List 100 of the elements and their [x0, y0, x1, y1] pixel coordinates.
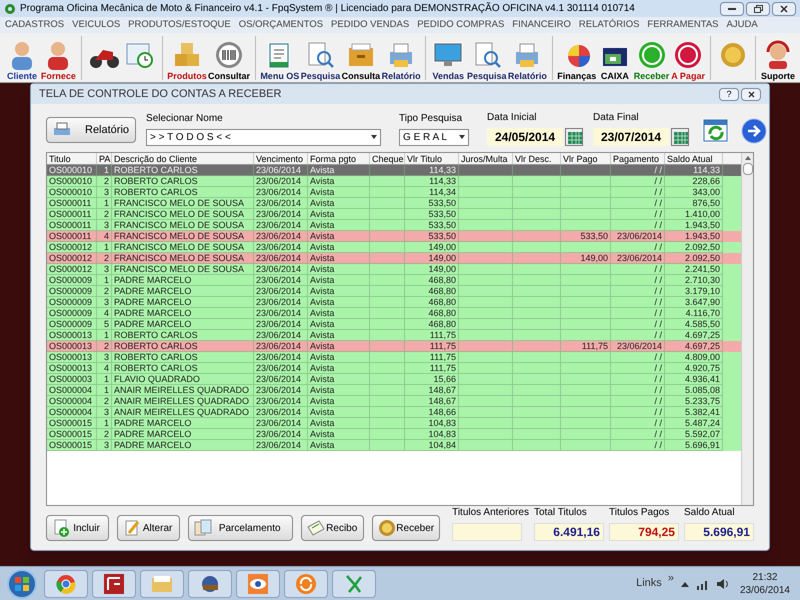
table-row[interactable]: OS000013 4 ROBERTO CARLOS 23/06/2014 Avista 111,75 / / 4.920,75	[47, 363, 741, 374]
table-row[interactable]: OS000011 2 FRANCISCO MELO DE SOUSA 23/06/2014 Avista 533,50 / / 1.410,00	[47, 209, 741, 220]
table-row[interactable]: OS000012 2 FRANCISCO MELO DE SOUSA 23/06/2014 Avista 149,00 149,00 23/06/2014 2.092,50	[47, 253, 741, 264]
table-row[interactable]: OS000009 4 PADRE MARCELO 23/06/2014 Avista 468,80 / / 4.116,70	[47, 308, 741, 319]
close-button[interactable]	[741, 88, 761, 100]
table-row[interactable]: OS000009 5 PADRE MARCELO 23/06/2014 Avista 468,80 / / 4.585,50	[47, 319, 741, 330]
table-row[interactable]: OS000015 1 PADRE MARCELO 23/06/2014 Avista 104,83 / / 5.487,24	[47, 418, 741, 429]
toolbar-button[interactable]: CAIXA	[596, 34, 633, 82]
action-button[interactable]: Incluir	[46, 515, 110, 541]
table-row[interactable]: OS000003 1 FLAVIO QUADRADO 23/06/2014 Avista 15,66 / / 4.936,41	[47, 374, 741, 385]
chevron-button[interactable]: »	[668, 570, 674, 587]
show-hidden-icons-icon[interactable]	[680, 580, 690, 588]
toolbar-button[interactable]: Consulta	[340, 34, 381, 82]
menu-item[interactable]: VEICULOS	[72, 18, 120, 32]
menu-item[interactable]: AJUDA	[726, 18, 758, 32]
minimize-button[interactable]	[720, 2, 744, 16]
table-row[interactable]: OS000011 3 FRANCISCO MELO DE SOUSA 23/06/2014 Avista 533,50 / / 1.943,50	[47, 220, 741, 231]
total-label: Titulos Pagos	[608, 506, 670, 520]
table-row[interactable]: OS000010 3 ROBERTO CARLOS 23/06/2014 Avista 114,34 / / 343,00	[47, 187, 741, 198]
toolbar-button[interactable]: Vendas	[430, 34, 466, 82]
menu-item[interactable]: PEDIDO COMPRAS	[417, 18, 504, 32]
table-row[interactable]: OS000004 2 ANAIR MEIRELLES QUADRADO 23/06/2014 Avista 148,67 / / 5.233,75	[47, 396, 741, 407]
table-row[interactable]: OS000010 2 ROBERTO CARLOS 23/06/2014 Avista 114,33 / / 228,66	[47, 176, 741, 187]
menu-item[interactable]: PEDIDO VENDAS	[331, 18, 410, 32]
scrollbar[interactable]	[741, 153, 753, 505]
column-header[interactable]: Pagamento	[611, 153, 665, 164]
help-button[interactable]: ?	[719, 88, 739, 100]
column-header[interactable]: Forma pgto	[308, 153, 370, 164]
toolbar-button[interactable]: Relatório	[507, 34, 548, 82]
scroll-thumb[interactable]	[742, 163, 752, 175]
table-row[interactable]: OS000013 1 ROBERTO CARLOS 23/06/2014 Avista 111,75 / / 4.697,25	[47, 330, 741, 341]
close-button[interactable]	[772, 2, 796, 16]
table-row[interactable]: OS000009 3 PADRE MARCELO 23/06/2014 Avista 468,80 / / 3.647,90	[47, 297, 741, 308]
toolbar-button[interactable]: Fornece	[40, 34, 77, 82]
toolbar-button[interactable]: A Pagar	[670, 34, 706, 82]
toolbar-button[interactable]: Cliente	[4, 34, 40, 82]
table-row[interactable]: OS000013 3 ROBERTO CARLOS 23/06/2014 Avista 111,75 / / 4.809,00	[47, 352, 741, 363]
date-field[interactable]: 23/07/2014	[593, 128, 670, 146]
menu-item[interactable]: FINANCEIRO	[512, 18, 571, 32]
toolbar-button[interactable]: Produtos	[166, 34, 208, 82]
table-row[interactable]: OS000011 1 FRANCISCO MELO DE SOUSA 23/06/2014 Avista 533,50 / / 876,50	[47, 198, 741, 209]
table-cell: 5.696,91	[665, 440, 723, 451]
maximize-button[interactable]	[746, 2, 770, 16]
total-label: Saldo Atual	[684, 506, 736, 520]
dialog-title: TELA DE CONTROLE DO CONTAS A RECEBER	[39, 86, 282, 102]
toolbar-button[interactable]: Pesquisa	[466, 34, 508, 82]
table-row[interactable]: OS000015 3 PADRE MARCELO 23/06/2014 Avista 104,84 / / 5.696,91	[47, 440, 741, 451]
taskbar-button[interactable]	[188, 570, 232, 598]
clock-date[interactable]: 23/06/2014	[740, 584, 790, 596]
menu-item[interactable]: PRODUTOS/ESTOQUE	[128, 18, 231, 32]
toolbar-button[interactable]: Pesquisa	[300, 34, 341, 82]
action-button[interactable]: Parcelamento	[188, 515, 294, 541]
column-header[interactable]: Juros/Multa	[459, 153, 513, 164]
column-header[interactable]: Vencimento	[254, 153, 308, 164]
clock-time[interactable]: 21:32	[752, 570, 778, 584]
table-row[interactable]: OS000015 2 PADRE MARCELO 23/06/2014 Avista 104,83 / / 5.592,07	[47, 429, 741, 440]
report-button[interactable]: Relatório	[46, 117, 136, 143]
table-row[interactable]: OS000012 3 FRANCISCO MELO DE SOUSA 23/06/2014 Avista 149,00 / / 2.241,50	[47, 264, 741, 275]
date-field[interactable]: 24/05/2014	[487, 128, 564, 146]
toolbar-button[interactable]: Finanças	[556, 34, 597, 82]
action-button[interactable]: Alterar	[117, 515, 180, 541]
toolbar-button[interactable]: Relatório	[380, 34, 422, 82]
start-button[interactable]	[4, 568, 40, 600]
column-header[interactable]: Titulo	[47, 153, 97, 164]
table-row[interactable]: OS000009 2 PADRE MARCELO 23/06/2014 Avista 468,80 / / 3.179,10	[47, 286, 741, 297]
taskbar-button[interactable]	[44, 570, 88, 598]
action-button[interactable]: Receber	[372, 515, 440, 541]
calendar-icon[interactable]	[671, 128, 690, 146]
table-row[interactable]: OS000012 1 FRANCISCO MELO DE SOUSA 23/06/2014 Avista 149,00 / / 2.092,50	[47, 242, 741, 253]
menu-item[interactable]: FERRAMENTAS	[647, 18, 719, 32]
column-header[interactable]: Vlr Titulo	[405, 153, 459, 164]
links-toolbar-label[interactable]: Links	[636, 575, 662, 592]
table-row[interactable]: OS000013 2 ROBERTO CARLOS 23/06/2014 Avista 111,75 111,75 23/06/2014 4.697,25	[47, 341, 741, 352]
table-row[interactable]: OS000010 1 ROBERTO CARLOS 23/06/2014 Avista 114,33 / / 114,33	[47, 165, 741, 176]
speaker-icon[interactable]	[716, 578, 730, 590]
taskbar-button[interactable]	[92, 570, 136, 598]
action-button[interactable]: Recibo	[301, 515, 364, 541]
dropdown[interactable]: G E R A L	[399, 128, 470, 146]
column-header[interactable]: Descrição do Cliente	[112, 153, 254, 164]
toolbar-button[interactable]: Receber	[632, 34, 670, 82]
menu-item[interactable]: CADASTROS	[5, 18, 64, 32]
menu-item[interactable]: OS/ORÇAMENTOS	[238, 18, 324, 32]
dropdown[interactable]: > > T O D O S < <	[146, 128, 382, 146]
toolbar-button[interactable]: Suporte	[760, 34, 796, 82]
arrow-right-icon[interactable]	[741, 118, 768, 144]
toolbar-button[interactable]: Menu OS	[260, 34, 300, 82]
refresh-window-icon[interactable]	[703, 118, 730, 144]
table-row[interactable]: OS000004 3 ANAIR MEIRELLES QUADRADO 23/06/2014 Avista 148,66 / / 5.382,41	[47, 407, 741, 418]
column-header[interactable]: Vlr Desc.	[513, 153, 561, 164]
column-header[interactable]: Cheque	[370, 153, 405, 164]
menu-item[interactable]: RELATÓRIOS	[578, 18, 640, 32]
column-header[interactable]: Saldo Atual	[665, 153, 723, 164]
column-header[interactable]: PA	[97, 153, 112, 164]
calendar-icon[interactable]	[565, 128, 584, 146]
table-row[interactable]: OS000011 4 FRANCISCO MELO DE SOUSA 23/06/2014 Avista 533,50 533,50 23/06/2014 1.943,50	[47, 231, 741, 242]
taskbar-button[interactable]	[236, 570, 280, 598]
table-row[interactable]: OS000009 1 PADRE MARCELO 23/06/2014 Avista 468,80 / / 2.710,30	[47, 275, 741, 286]
table-row[interactable]: OS000004 1 ANAIR MEIRELLES QUADRADO 23/06/2014 Avista 148,67 / / 5.085,08	[47, 385, 741, 396]
column-header[interactable]: Vlr Pago	[561, 153, 611, 164]
toolbar-button[interactable]: Consultar	[207, 34, 251, 82]
